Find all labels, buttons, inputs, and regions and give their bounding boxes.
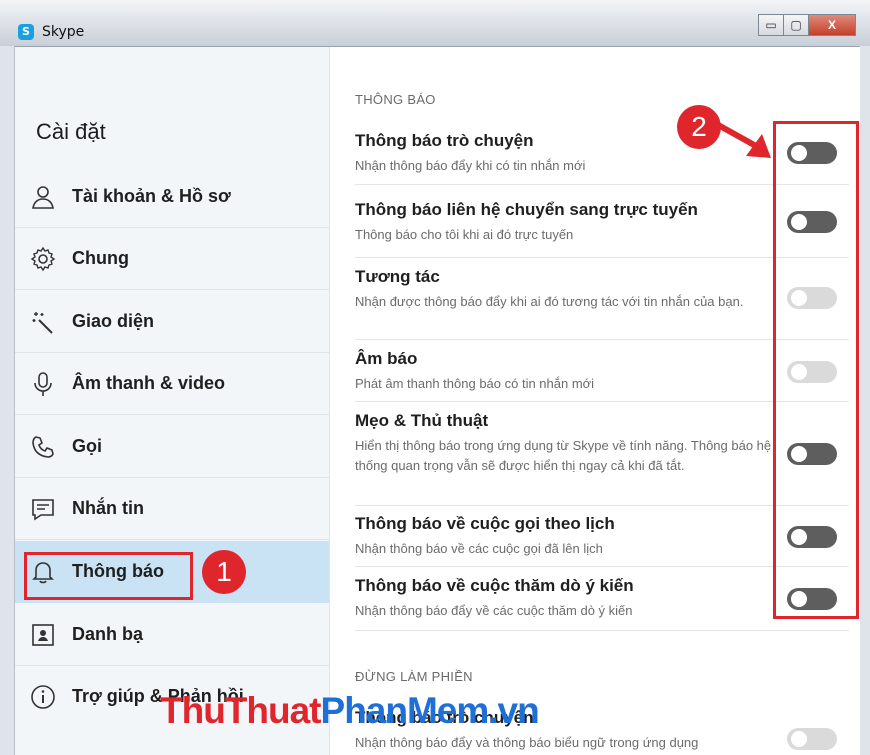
toggle-knob: [791, 731, 807, 747]
setting-description: Phát âm thanh thông báo có tin nhắn mới: [355, 376, 595, 391]
watermark-part: .vn: [488, 690, 539, 731]
settings-sidebar: Cài đặt Tài khoản & Hồ sơ Chung Giao diệ…: [15, 47, 330, 755]
watermark-part: PhanMem: [320, 690, 490, 731]
toggle-switch[interactable]: [787, 728, 837, 750]
step-badge-2: 2: [677, 105, 721, 149]
section-heading-do-not-disturb: ĐỪNG LÀM PHIỀN: [355, 669, 473, 684]
sidebar-item-label: Tài khoản & Hồ sơ: [72, 186, 231, 206]
highlight-toggles: [773, 121, 859, 619]
watermark-part: ThuThuat: [160, 690, 322, 731]
arrow-icon: [717, 123, 771, 158]
skype-logo-icon: S: [18, 24, 34, 40]
window-controls: ▭ ▢ X: [758, 14, 856, 36]
setting-description: Nhận thông báo đẩy khi có tin nhắn mới: [355, 158, 586, 173]
section-heading-notifications: THÔNG BÁO: [355, 92, 436, 107]
contact-card-icon: [32, 624, 54, 646]
divider: [15, 289, 329, 290]
gear-icon: [30, 246, 56, 272]
step-badge-1: 1: [202, 550, 246, 594]
sidebar-item-account[interactable]: Tài khoản & Hồ sơ: [15, 166, 329, 228]
window-title: Skype: [42, 24, 85, 40]
sidebar-item-appearance[interactable]: Giao diện: [15, 291, 329, 353]
window-frame-right: [859, 46, 870, 755]
message-icon: [32, 499, 54, 521]
sidebar-item-label: Âm thanh & video: [72, 373, 226, 393]
sidebar-item-label: Chung: [72, 248, 129, 268]
window-frame-left: [0, 46, 15, 755]
magic-wand-icon: [32, 312, 53, 334]
setting-description: Nhận thông báo đẩy về các cuộc thăm dò ý…: [355, 603, 633, 618]
setting-description: Nhận thông báo về các cuộc gọi đã lên lị…: [355, 541, 603, 556]
watermark: ThuThuatPhanMem.vn: [160, 690, 540, 732]
info-icon: [31, 685, 55, 709]
divider: [15, 414, 329, 415]
sidebar-title: Cài đặt: [36, 119, 106, 144]
sidebar-item-contacts[interactable]: Danh bạ: [15, 604, 329, 666]
maximize-button[interactable]: ▢: [783, 14, 809, 36]
setting-description: Nhận được thông báo đẩy khi ai đó tương …: [355, 294, 744, 309]
person-icon: [32, 186, 54, 209]
sidebar-item-label: Giao diện: [72, 311, 155, 331]
sidebar-item-messaging[interactable]: Nhắn tin: [15, 478, 329, 540]
microphone-icon: [34, 372, 52, 396]
divider: [355, 630, 849, 631]
sidebar-item-general[interactable]: Chung: [15, 228, 329, 290]
setting-description: Nhận thông báo đẩy và thông báo biểu ngữ…: [355, 735, 699, 750]
sidebar-item-label: Gọi: [72, 436, 102, 456]
highlight-notifications-nav: [24, 552, 193, 600]
close-button[interactable]: X: [808, 14, 856, 36]
divider: [15, 539, 329, 540]
setting-description: Thông báo cho tôi khi ai đó trực tuyến: [355, 227, 574, 242]
sidebar-item-label: Danh bạ: [72, 624, 144, 644]
sidebar-item-label: Nhắn tin: [72, 498, 144, 518]
window-titlebar: S Skype ▭ ▢ X: [0, 0, 870, 47]
sidebar-item-audio-video[interactable]: Âm thanh & video: [15, 353, 329, 415]
phone-icon: [32, 436, 54, 458]
minimize-button[interactable]: ▭: [758, 14, 784, 36]
setting-description: Hiển thị thông báo trong ứng dụng từ Sky…: [355, 438, 772, 473]
sidebar-item-calls[interactable]: Gọi: [15, 416, 329, 478]
